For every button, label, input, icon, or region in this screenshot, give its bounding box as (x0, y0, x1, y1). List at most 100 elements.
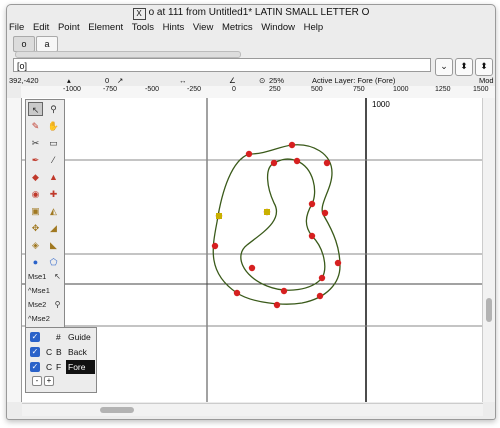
window-title: o at 111 from Untitled1* LATIN SMALL LET… (148, 7, 370, 18)
layer-row-back[interactable]: ✓ C B Back (26, 345, 96, 359)
ruler-tick: 250 (269, 86, 281, 93)
ruler-tick: 500 (311, 86, 323, 93)
curve-point[interactable] (245, 150, 253, 158)
vertical-scrollbar[interactable] (482, 98, 495, 402)
menu-help[interactable]: Help (304, 22, 324, 34)
curve-point-tool-icon[interactable]: ✒ (28, 153, 43, 167)
tangent-point-tool-icon[interactable]: ▲ (46, 170, 61, 184)
layers-palette: ✓ # Guide ✓ C B Back ✓ C F Fore - + (25, 327, 97, 393)
hvcurve-point-tool-icon[interactable]: ◉ (28, 187, 43, 201)
menu-file[interactable]: File (9, 22, 24, 34)
layer-visible-checkbox[interactable]: ✓ (30, 347, 40, 357)
add-point-tool-icon[interactable]: ✚ (46, 187, 61, 201)
control-points[interactable] (211, 141, 342, 309)
rotate-tool-icon[interactable]: ✥ (28, 221, 43, 235)
knife-tool-icon[interactable]: ✂ (28, 136, 43, 150)
start-point[interactable] (264, 209, 270, 215)
layer-buttons: - + (32, 376, 56, 386)
add-layer-button[interactable]: + (44, 376, 54, 386)
skew-tool-icon[interactable]: ◢ (46, 221, 61, 235)
pencil-tool-icon[interactable]: ✎ (28, 119, 43, 133)
tab-o[interactable]: o (13, 36, 35, 52)
tab-a[interactable]: a (36, 36, 58, 52)
menu-hints[interactable]: Hints (163, 22, 185, 34)
ruler-tick: 0 (232, 86, 236, 93)
menu-window[interactable]: Window (261, 22, 295, 34)
flip-tool-icon[interactable]: ◭ (46, 204, 61, 218)
vertical-scroll-thumb[interactable] (486, 298, 492, 322)
curve-point[interactable] (334, 259, 342, 267)
spiro-tool-icon[interactable]: ⁄ (46, 153, 61, 167)
angle-icon: ∠ (229, 76, 236, 85)
corner-point-tool-icon[interactable]: ◆ (28, 170, 43, 184)
edit-mode: Mod (479, 76, 494, 85)
hand-tool-icon[interactable]: ✋ (46, 119, 61, 133)
ctrl-mouse1-label: ^Mse1 (28, 286, 50, 295)
curve-point[interactable] (270, 159, 278, 167)
link-icon: ↗ (117, 76, 124, 85)
layer-visible-checkbox[interactable]: ✓ (30, 362, 40, 372)
horizontal-scroll-thumb[interactable] (100, 407, 134, 413)
curve-point[interactable] (318, 274, 326, 282)
glyph-window: Xo at 111 from Untitled1* LATIN SMALL LE… (6, 4, 496, 420)
scale-tool-icon[interactable]: ▣ (28, 204, 43, 218)
curve-point[interactable] (308, 200, 316, 208)
menu-tools[interactable]: Tools (132, 22, 154, 34)
tab-scrollbar[interactable] (15, 51, 241, 58)
pointer-tool-icon[interactable]: ↖ (28, 102, 43, 116)
next-word-button[interactable]: ⬍ (475, 58, 493, 76)
vertical-ruler (7, 98, 22, 402)
menu-element[interactable]: Element (88, 22, 123, 34)
active-layer: Active Layer: Fore (Fore) (312, 76, 396, 85)
ruler-icon: ▴ (67, 76, 71, 85)
menu-view[interactable]: View (193, 22, 213, 34)
mouse2-label: Mse2 (28, 300, 47, 309)
previous-word-button[interactable]: ⬍ (455, 58, 473, 76)
ruler-tool-icon[interactable]: ▭ (46, 136, 61, 150)
menu-edit[interactable]: Edit (33, 22, 49, 34)
magnify-tool-icon[interactable]: ⚲ (46, 102, 61, 116)
layer-row-guide[interactable]: ✓ # Guide (26, 330, 96, 344)
layer-visible-checkbox[interactable]: ✓ (30, 332, 40, 342)
ellipse-tool-icon[interactable]: ● (28, 255, 43, 269)
mouse1-label: Mse1 (28, 272, 47, 281)
curve-point[interactable] (308, 232, 316, 240)
curve-point[interactable] (248, 264, 256, 272)
ruler-tick: -750 (103, 86, 118, 93)
curve-point[interactable] (233, 289, 241, 297)
layer-row-fore[interactable]: ✓ C F Fore (26, 360, 96, 374)
ruler-tick: 750 (353, 86, 365, 93)
layer-name: Guide (68, 332, 91, 342)
magnify-icon: ⊙ (259, 76, 266, 85)
ruler-tick: 1250 (435, 86, 451, 93)
width-icon: ↔ (179, 76, 187, 85)
ruler-tick: 1500 (473, 86, 489, 93)
curve-point[interactable] (321, 209, 329, 217)
mouse2-tool-icon: ⚲ (54, 300, 61, 309)
3d-rotate-tool-icon[interactable]: ◈ (28, 238, 43, 252)
polygon-tool-icon[interactable]: ⬠ (46, 255, 61, 269)
word-list-field[interactable]: [o] (13, 58, 431, 72)
curve-point[interactable] (316, 292, 324, 300)
word-dropdown-button[interactable]: ⌄ (435, 58, 453, 76)
remove-layer-button[interactable]: - (32, 376, 42, 386)
curve-point[interactable] (211, 242, 219, 250)
perspective-tool-icon[interactable]: ◣ (46, 238, 61, 252)
curve-point[interactable] (280, 287, 288, 295)
curve-point[interactable] (273, 301, 281, 309)
start-point[interactable] (216, 213, 222, 219)
layer-name: Fore (66, 360, 96, 374)
glyph-tabs: oa (13, 36, 59, 52)
status-value: 0 (105, 76, 110, 85)
menu-point[interactable]: Point (58, 22, 80, 34)
menu-metrics[interactable]: Metrics (222, 22, 253, 34)
mouse1-tool-icon: ↖ (54, 272, 61, 281)
curve-point[interactable] (323, 159, 331, 167)
title-bar: Xo at 111 from Untitled1* LATIN SMALL LE… (7, 5, 495, 21)
curve-point[interactable] (293, 157, 301, 165)
status-bar: 392,-420 ▴ 0 ↗ ↔ ∠ ⊙ 25% Active Layer: F… (7, 76, 495, 86)
curve-point[interactable] (288, 141, 296, 149)
ruler-tick: -1000 (63, 86, 81, 93)
menu-bar: File Edit Point Element Tools Hints View… (9, 22, 329, 34)
horizontal-scrollbar[interactable] (22, 403, 483, 416)
